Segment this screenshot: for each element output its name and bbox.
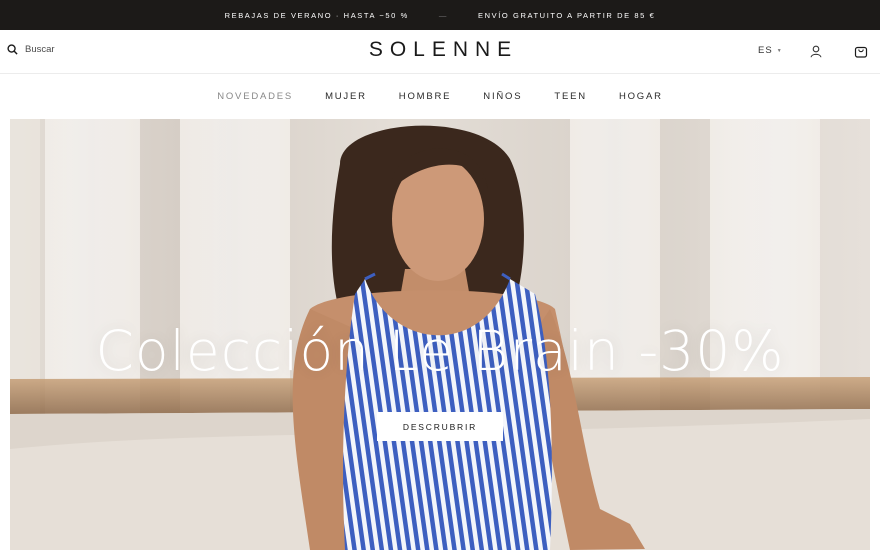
promo-bar: REBAJAS DE VERANO · HASTA −50 % — ENVÍO … (0, 0, 880, 30)
nav-item-novedades[interactable]: NOVEDADES (217, 91, 293, 102)
promo-separator: — (438, 10, 448, 20)
main-navigation: NOVEDADES MUJER HOMBRE NIÑOS TEEN HOGAR (0, 74, 880, 118)
language-code: ES (758, 45, 773, 56)
language-selector[interactable]: ES ▼ (758, 45, 783, 56)
promo-text-left: REBAJAS DE VERANO · HASTA −50 % (224, 10, 409, 20)
brand-name: SOLENNE (368, 38, 519, 61)
nav-item-hogar[interactable]: HOGAR (619, 91, 663, 102)
cart-icon (854, 46, 868, 58)
nav-item-hombre[interactable]: HOMBRE (399, 91, 452, 102)
brand-logo[interactable]: SOLENNE (0, 38, 880, 62)
hero-title: Colección Le Brain -30% (95, 319, 785, 383)
user-icon (810, 45, 822, 58)
cart-button[interactable] (854, 44, 868, 63)
promo-text-right: ENVÍO GRATUITO A PARTIR DE 85 € (477, 10, 656, 20)
caret-down-icon: ▼ (776, 47, 783, 54)
hero-banner[interactable]: Colección Le Brain -30% DESCRUBRIR (10, 119, 870, 550)
nav-item-ninos[interactable]: NIÑOS (483, 91, 522, 102)
discover-button[interactable]: DESCRUBRIR (377, 412, 503, 441)
nav-item-mujer[interactable]: MUJER (325, 91, 367, 102)
site-header: Buscar SOLENNE ES ▼ (0, 30, 880, 74)
account-button[interactable] (810, 45, 822, 63)
nav-item-teen[interactable]: TEEN (554, 91, 587, 102)
